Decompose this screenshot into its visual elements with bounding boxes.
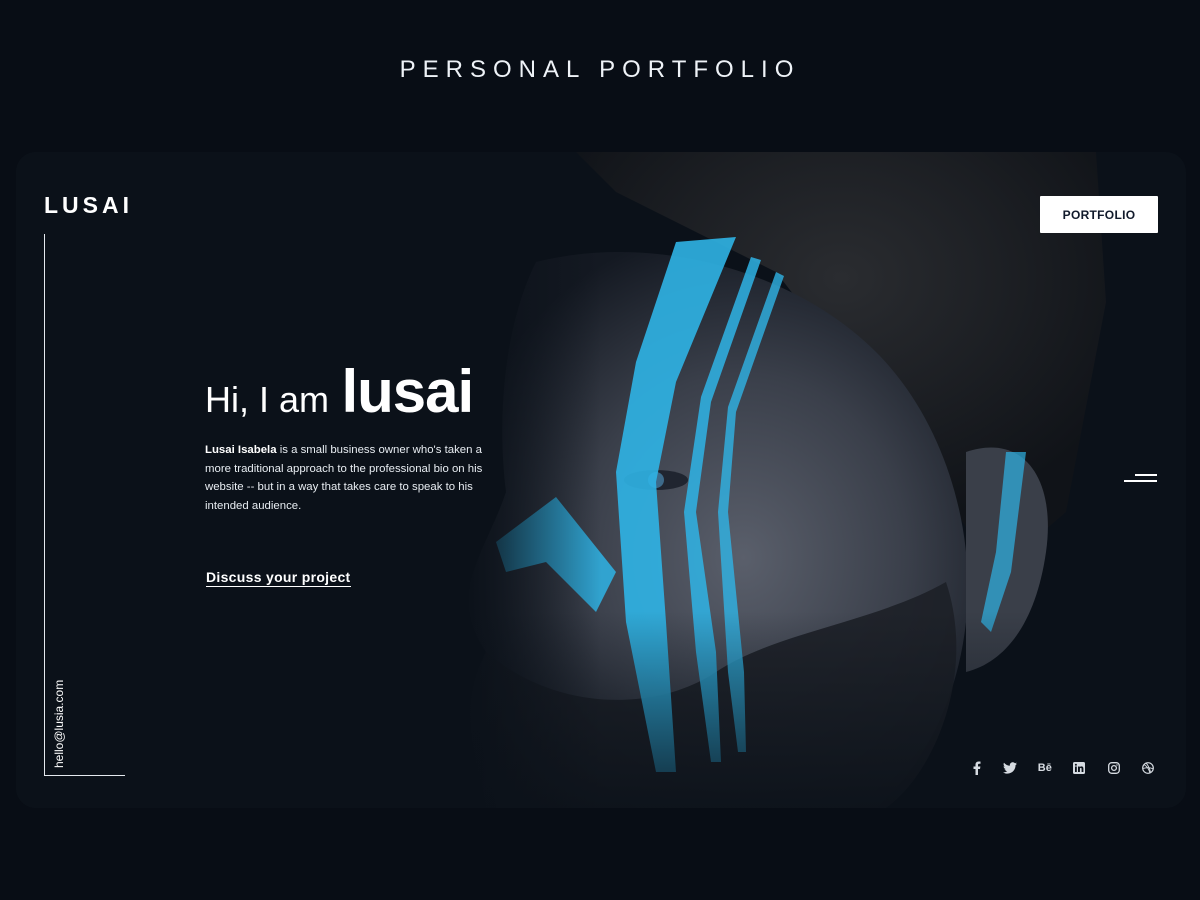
sidebar-divider-horizontal (44, 775, 125, 776)
twitter-icon[interactable] (1000, 758, 1020, 778)
bio-paragraph: Lusai Isabela is a small business owner … (205, 441, 495, 515)
menu-icon-bar-short (1135, 474, 1157, 476)
instagram-icon[interactable] (1104, 758, 1124, 778)
discuss-project-link[interactable]: Discuss your project (206, 569, 351, 587)
email-link[interactable]: hello@lusia.com (52, 680, 66, 768)
behance-icon[interactable]: Bē (1035, 758, 1055, 778)
page-heading: PERSONAL PORTFOLIO (399, 56, 801, 83)
menu-icon-bar-long (1124, 480, 1157, 482)
portfolio-button[interactable]: PORTFOLIO (1040, 196, 1158, 233)
hero-portrait-image (16, 152, 1186, 808)
social-links: Bē (966, 758, 1158, 778)
hero-card: LUSAI PORTFOLIO hello@lusia.com Hi, I am… (16, 152, 1186, 808)
linkedin-icon[interactable] (1069, 758, 1089, 778)
brand-logo[interactable]: LUSAI (44, 192, 133, 219)
greeting-name: lusai (341, 358, 474, 425)
greeting-prefix: Hi, I am (205, 379, 330, 420)
hero-heading: Hi, I am lusai (205, 357, 474, 426)
facebook-icon[interactable] (966, 758, 986, 778)
bio-name: Lusai Isabela (205, 444, 277, 456)
dribbble-icon[interactable] (1138, 758, 1158, 778)
menu-toggle-button[interactable] (1120, 470, 1160, 490)
sidebar-divider-vertical (44, 234, 45, 776)
